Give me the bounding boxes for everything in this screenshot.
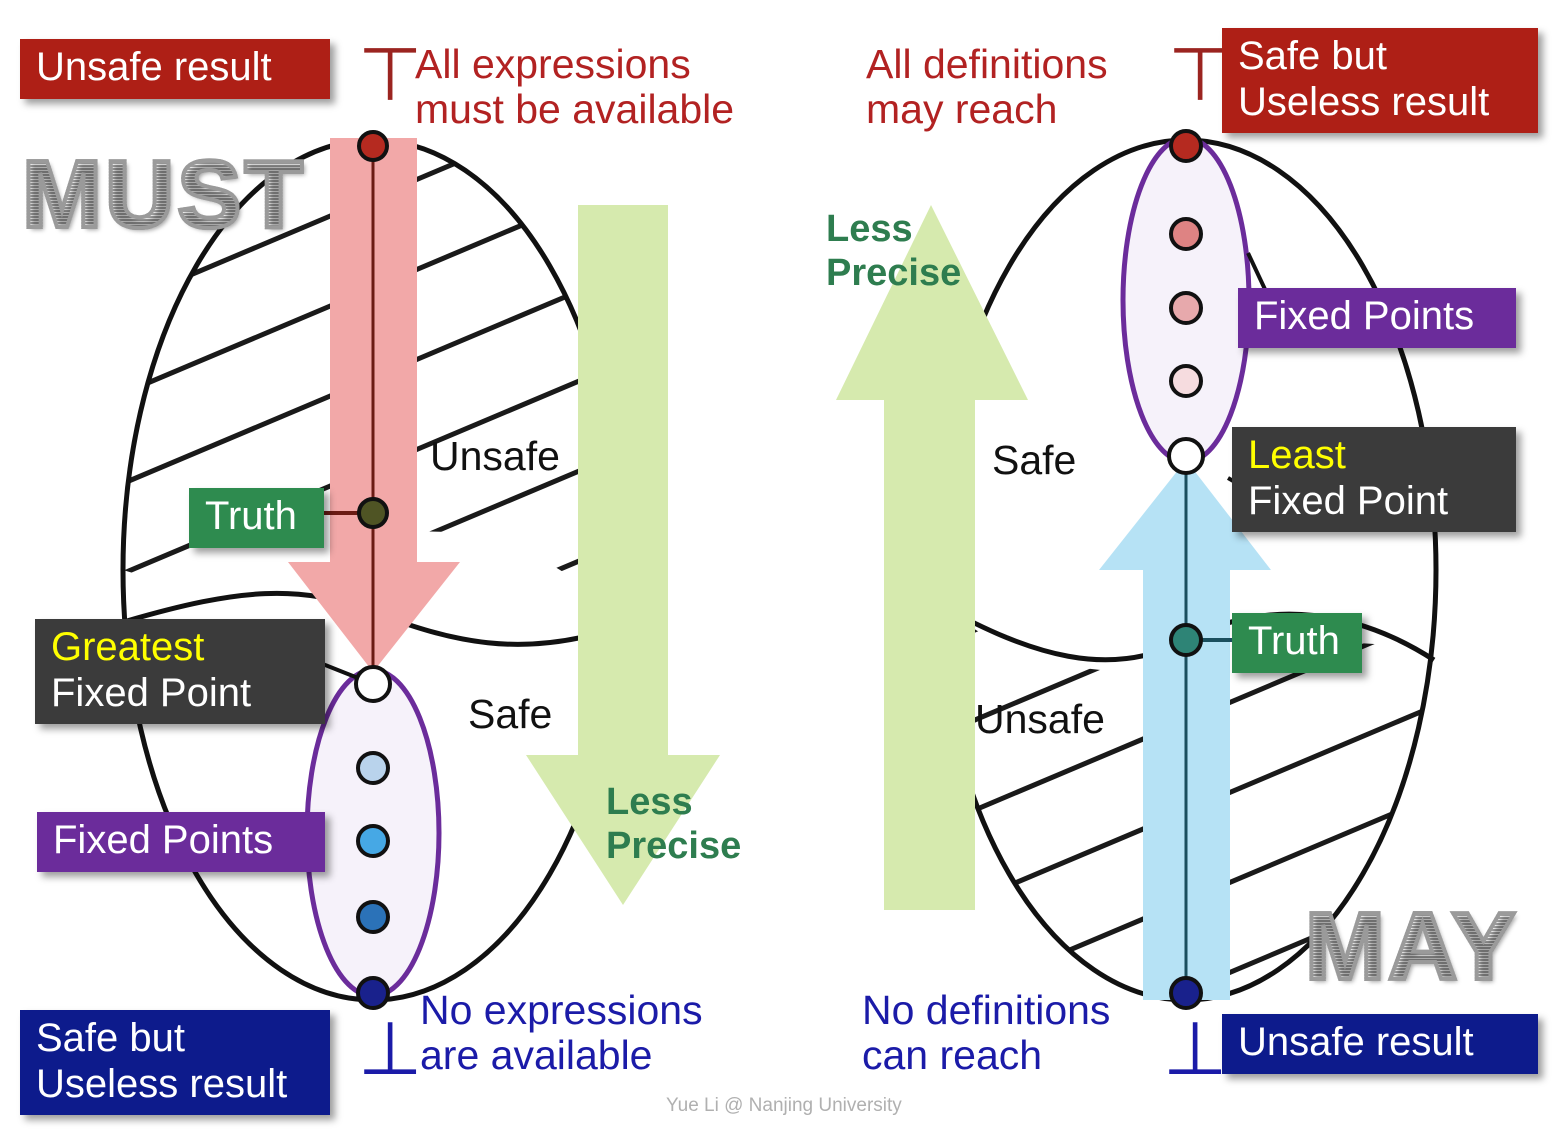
may-precision-arrow-label: Less Precise <box>826 208 962 295</box>
may-wordart: MAY <box>1303 891 1519 1002</box>
must-truth-chip: Truth <box>189 488 324 548</box>
must-fixed-points-chip: Fixed Points <box>37 812 325 872</box>
may-bottom-note: No definitions can reach <box>862 987 1111 1079</box>
dot-fixed-point-3 <box>356 900 390 934</box>
dot-fixed-point-2 <box>356 824 390 858</box>
dot-truth <box>357 497 389 529</box>
must-greatest-label: Greatest <box>51 625 205 669</box>
dot-bottom-element <box>1169 976 1203 1010</box>
may-fixed-point-label: Fixed Point <box>1248 478 1449 523</box>
may-least-label: Least <box>1248 433 1346 477</box>
may-fixed-points-chip: Fixed Points <box>1238 288 1516 348</box>
may-least-fixed-point-chip: Least Fixed Point <box>1232 427 1516 533</box>
dot-fixed-point-2 <box>1169 291 1203 325</box>
dot-bottom-element <box>356 976 390 1010</box>
footer-credit: Yue Li @ Nanjing University <box>666 1095 902 1116</box>
dot-top-element <box>357 130 389 162</box>
must-precision-arrow-label: Less Precise <box>606 781 742 868</box>
must-bottom-symbol: ⊥ <box>358 1006 423 1092</box>
must-greatest-fixed-point-chip: Greatest Fixed Point <box>35 619 325 725</box>
dot-truth <box>1169 623 1203 657</box>
must-bottom-chip: Safe but Useless result <box>20 1010 330 1116</box>
dot-fixed-point-3 <box>1169 364 1203 398</box>
must-fixed-point-label: Fixed Point <box>51 670 252 715</box>
may-bottom-chip: Unsafe result <box>1222 1014 1538 1074</box>
must-top-chip: Unsafe result <box>20 39 330 99</box>
dot-least-fixed-point <box>1167 437 1205 475</box>
may-region-lower: Unsafe <box>975 696 1105 742</box>
dot-fixed-point-1 <box>356 751 390 785</box>
may-bottom-symbol: ⊥ <box>1163 1006 1228 1092</box>
diagram-canvas: Unsafe result ⊤ All expressions must be … <box>0 0 1559 1139</box>
may-truth-chip: Truth <box>1232 613 1362 673</box>
must-bottom-note: No expressions are available <box>420 987 703 1079</box>
may-top-chip: Safe but Useless result <box>1222 28 1538 134</box>
dot-greatest-fixed-point <box>354 665 392 703</box>
may-region-upper: Safe <box>992 437 1077 483</box>
must-wordart: MUST <box>20 139 306 250</box>
dot-top-element <box>1169 129 1203 163</box>
dot-fixed-point-1 <box>1169 217 1203 251</box>
may-top-note: All definitions may reach <box>866 41 1108 133</box>
must-top-symbol: ⊤ <box>358 32 423 118</box>
must-region-upper: Unsafe <box>430 433 560 479</box>
must-region-lower: Safe <box>468 691 553 737</box>
must-top-note: All expressions must be available <box>415 41 735 133</box>
